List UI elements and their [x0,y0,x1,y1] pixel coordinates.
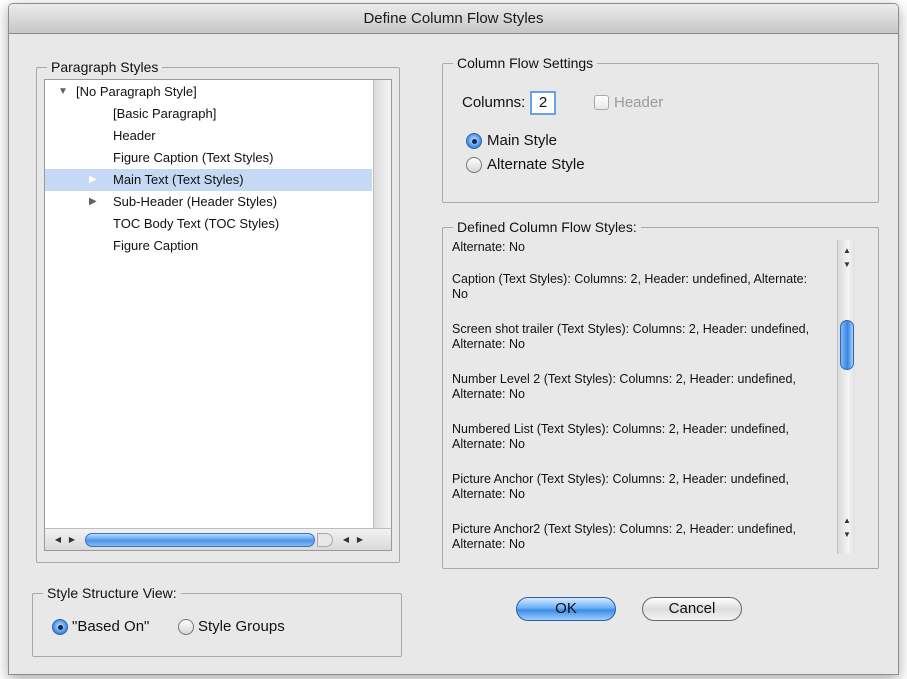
paragraph-style-item[interactable]: Figure Caption [45,235,372,257]
paragraph-style-item[interactable]: ▶ Sub-Header (Header Styles) [45,191,372,213]
style-groups-label: Style Groups [198,618,285,635]
columns-input[interactable]: 2 [530,91,556,115]
paragraph-style-label: TOC Body Text (TOC Styles) [113,216,280,231]
defined-styles-list[interactable]: Alternate: No Caption (Text Styles): Colu… [452,238,824,554]
defined-style-entry[interactable]: Picture Anchor2 (Text Styles): Columns: … [452,522,822,552]
header-checkbox-label: Header [614,94,664,111]
defined-styles-legend: Defined Column Flow Styles: [453,218,641,236]
based-on-radio[interactable] [52,619,68,635]
column-flow-settings-legend: Column Flow Settings [453,54,598,72]
paragraph-style-item[interactable]: Header [45,125,372,147]
columns-label: Columns: [462,94,526,111]
main-style-label: Main Style [487,132,558,149]
style-groups-radio[interactable] [178,619,194,635]
defined-style-entry[interactable]: Picture Anchor (Text Styles): Columns: 2… [452,472,822,502]
main-style-radio[interactable] [466,133,482,149]
paragraph-style-item[interactable]: ▼ [No Paragraph Style] [45,81,372,103]
defined-style-entry[interactable]: Caption (Text Styles): Columns: 2, Heade… [452,272,822,302]
list-vertical-scrollbar[interactable] [373,80,391,528]
defined-styles-scrollbar[interactable]: ▲ ▼ ▲ ▼ [837,240,855,554]
defined-style-entry[interactable]: Alternate: No [452,240,822,255]
style-structure-view-legend: Style Structure View: [43,584,181,602]
disclosure-expanded-icon[interactable]: ▼ [58,81,68,103]
defined-style-entry[interactable]: Number Level 2 (Text Styles): Columns: 2… [452,372,822,402]
paragraph-style-item[interactable]: ▶ Main Text (Text Styles) [45,169,372,191]
vertical-scroll-thumb[interactable] [840,320,854,370]
alternate-style-label: Alternate Style [487,156,585,173]
list-horizontal-scrollbar[interactable]: ◀ ▶ ◀ ▶ [45,528,391,550]
paragraph-style-label: [Basic Paragraph] [113,106,217,121]
scroll-up-arrow-icon[interactable]: ▲ [840,244,854,257]
defined-style-entry[interactable]: Numbered List (Text Styles): Columns: 2,… [452,422,822,452]
scroll-down-arrow-icon-2[interactable]: ▼ [840,528,854,541]
paragraph-styles-list[interactable]: ▼ [No Paragraph Style] [Basic Paragraph] He… [44,79,392,551]
based-on-label: "Based On" [72,618,150,635]
scroll-left-arrow-icon-2[interactable]: ◀ [339,533,353,547]
scroll-left-arrow-icon[interactable]: ◀ [51,533,65,547]
paragraph-style-label: [No Paragraph Style] [76,84,197,99]
header-checkbox[interactable] [594,95,609,110]
paragraph-style-label: Main Text (Text Styles) [113,172,244,187]
disclosure-collapsed-icon[interactable]: ▶ [89,169,97,191]
horizontal-scroll-thumb[interactable] [85,533,315,547]
paragraph-style-label: Sub-Header (Header Styles) [113,194,278,209]
horizontal-scroll-track-end [317,533,333,547]
paragraph-style-label: Header [113,128,156,143]
cancel-button[interactable]: Cancel [642,597,742,621]
scroll-right-arrow-icon-2[interactable]: ▶ [353,533,367,547]
paragraph-style-item[interactable]: Figure Caption (Text Styles) [45,147,372,169]
defined-style-entry[interactable]: Screen shot trailer (Text Styles): Colum… [452,322,822,352]
paragraph-style-label: Figure Caption (Text Styles) [113,150,274,165]
paragraph-style-item[interactable]: TOC Body Text (TOC Styles) [45,213,372,235]
paragraph-style-item[interactable]: [Basic Paragraph] [45,103,372,125]
paragraph-styles-legend: Paragraph Styles [47,58,163,76]
scroll-up-arrow-icon-2[interactable]: ▲ [840,514,854,527]
scroll-right-arrow-icon[interactable]: ▶ [65,533,79,547]
ok-button[interactable]: OK [516,597,616,621]
paragraph-style-label: Figure Caption [113,238,199,253]
dialog-title: Define Column Flow Styles [9,4,898,34]
scroll-down-arrow-icon[interactable]: ▼ [840,258,854,271]
disclosure-collapsed-icon[interactable]: ▶ [89,191,97,213]
alternate-style-radio[interactable] [466,157,482,173]
